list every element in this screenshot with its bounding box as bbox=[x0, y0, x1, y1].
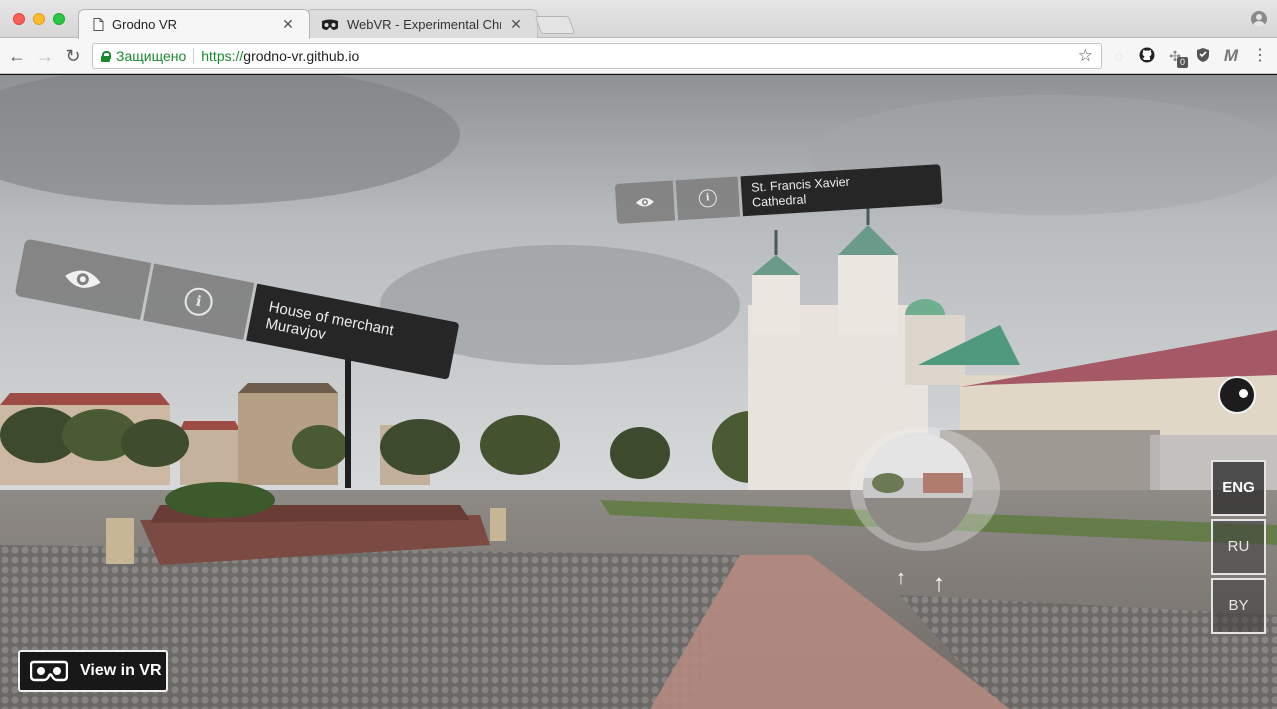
browser-tab-bar: Grodno VR ✕ WebVR - Experimental Chromi … bbox=[0, 0, 1277, 39]
info-icon: i bbox=[698, 188, 718, 208]
profile-icon[interactable] bbox=[1251, 11, 1267, 27]
tab-webvr[interactable]: WebVR - Experimental Chromi ✕ bbox=[306, 9, 538, 39]
language-button-eng[interactable]: ENG bbox=[1211, 460, 1266, 516]
extension-m-icon[interactable]: M bbox=[1222, 47, 1240, 65]
vr-scene[interactable]: i St. Francis Xavier Cathedral i House o… bbox=[0, 75, 1277, 709]
language-button-ru[interactable]: RU bbox=[1211, 519, 1266, 575]
view-in-vr-button[interactable]: View in VR bbox=[18, 650, 168, 692]
sphere-preview-image bbox=[863, 433, 973, 543]
eye-icon bbox=[65, 270, 101, 288]
menu-dots-icon[interactable]: ⋮ bbox=[1251, 47, 1269, 65]
back-arrow-icon[interactable]: ← bbox=[6, 45, 28, 67]
address-bar[interactable]: Защищено https:// grodno-vr.github.io ☆ bbox=[92, 43, 1102, 69]
new-tab-button[interactable] bbox=[534, 16, 576, 34]
cathedral-view-button[interactable] bbox=[614, 180, 676, 224]
maximize-window-button[interactable] bbox=[53, 13, 65, 25]
view-in-vr-label: View in VR bbox=[80, 662, 162, 679]
browser-toolbar: ← → ↻ Защищено https:// grodno-vr.github… bbox=[0, 38, 1277, 74]
move-arrow-icon[interactable]: ↑ bbox=[933, 570, 945, 598]
lock-icon bbox=[101, 50, 111, 62]
vr-goggles-icon bbox=[30, 660, 68, 682]
navigation-sphere-preview[interactable] bbox=[863, 433, 973, 543]
reload-icon[interactable]: ↻ bbox=[62, 45, 84, 67]
extension-badge: 0 bbox=[1177, 57, 1189, 68]
eye-icon bbox=[635, 197, 654, 207]
vr-goggles-icon bbox=[322, 19, 338, 30]
forward-arrow-icon[interactable]: → bbox=[34, 45, 56, 67]
url-scheme: https:// bbox=[201, 48, 244, 64]
close-window-button[interactable] bbox=[13, 13, 25, 25]
move-arrow-icon[interactable]: ↑ bbox=[896, 567, 906, 590]
url-host: grodno-vr.github.io bbox=[243, 48, 360, 64]
panorama-background bbox=[0, 75, 1277, 709]
github-icon[interactable] bbox=[1138, 47, 1156, 65]
tab-title: Grodno VR bbox=[112, 17, 178, 32]
minimize-window-button[interactable] bbox=[33, 13, 45, 25]
extension-circle-icon[interactable]: ◌ bbox=[1110, 47, 1128, 65]
tab-close-icon[interactable]: ✕ bbox=[281, 16, 295, 33]
omnibox-divider bbox=[193, 48, 195, 64]
language-button-by[interactable]: BY bbox=[1211, 578, 1266, 634]
tab-close-icon[interactable]: ✕ bbox=[509, 16, 523, 33]
page-icon bbox=[93, 18, 104, 31]
tab-grodno-vr[interactable]: Grodno VR ✕ bbox=[78, 9, 310, 39]
bookmark-star-icon[interactable]: ☆ bbox=[1078, 46, 1093, 66]
info-icon: i bbox=[182, 285, 216, 319]
secure-label: Защищено bbox=[116, 48, 187, 64]
tab-title: WebVR - Experimental Chromi bbox=[347, 17, 501, 32]
shield-icon[interactable] bbox=[1194, 47, 1212, 65]
compass-icon[interactable] bbox=[1218, 376, 1256, 414]
cathedral-info-button[interactable]: i bbox=[675, 176, 740, 221]
